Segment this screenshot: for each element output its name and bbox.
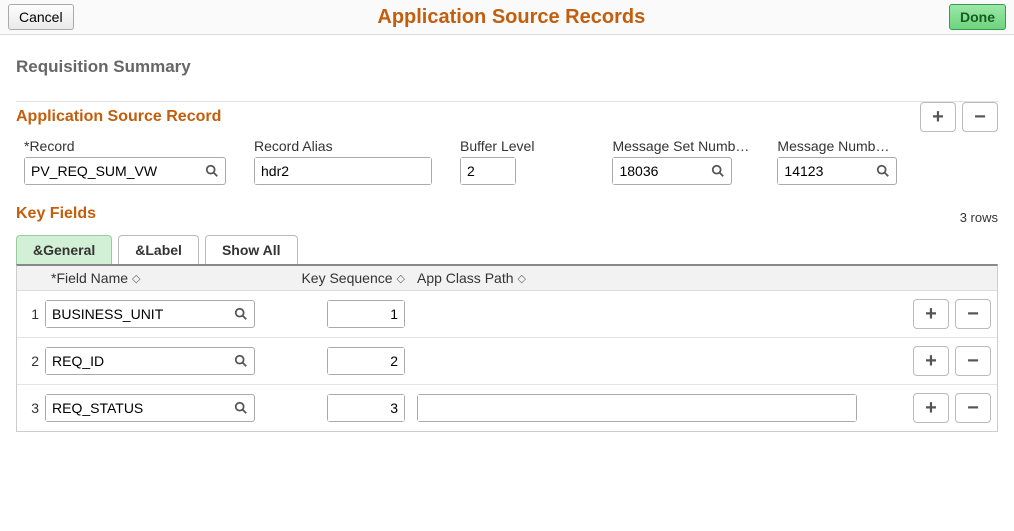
col-key-sequence-label: Key Sequence [301,270,392,286]
buffer-level-label: Buffer Level [460,138,534,154]
remove-row-button[interactable]: − [955,393,991,423]
key-fields-header: Key Fields 3 rows [16,205,998,231]
table-header: *Field Name ◇ Key Sequence ◇ App Class P… [17,266,997,291]
section-title: Application Source Record [16,108,920,126]
minus-icon: − [967,350,979,373]
search-icon [234,354,248,368]
source-record-form: *Record Record Alias Buffer Level Messa [16,138,998,185]
key-sequence-input[interactable] [328,348,404,374]
field-lookup-icon[interactable] [228,401,254,415]
tab-general[interactable]: &General [16,235,112,264]
row-number: 2 [23,353,45,369]
field-name-input[interactable] [46,395,228,421]
key-fields-title: Key Fields [16,205,960,223]
col-key-sequence[interactable]: Key Sequence ◇ [255,270,405,286]
field-name-input[interactable] [46,348,228,374]
field-lookup-icon[interactable] [228,307,254,321]
page-subtitle: Requisition Summary [16,57,998,77]
message-set-number-label: Message Set Numb… [612,138,749,154]
row-count: 3 rows [960,210,998,225]
message-number-input[interactable] [778,158,870,184]
search-icon [876,164,890,178]
message-set-number-input[interactable] [613,158,705,184]
key-sequence-input[interactable] [328,301,404,327]
record-label: *Record [24,138,226,154]
col-field-name[interactable]: *Field Name ◇ [51,270,255,286]
record-input[interactable] [25,158,199,184]
search-icon [234,401,248,415]
table-row: 2 + − [17,338,997,385]
key-sequence-input[interactable] [328,395,404,421]
message-number-lookup-icon[interactable] [870,164,896,178]
cancel-button[interactable]: Cancel [8,4,74,30]
table-row: 3 + − [17,385,997,431]
done-button[interactable]: Done [949,4,1006,30]
field-name-input[interactable] [46,301,228,327]
sort-icon: ◇ [132,272,140,285]
header-bar: Cancel Application Source Records Done [0,0,1014,35]
key-fields-table: *Field Name ◇ Key Sequence ◇ App Class P… [16,264,998,432]
remove-row-button[interactable]: − [955,346,991,376]
row-number: 1 [23,306,45,322]
key-fields-tabs: &General &Label Show All [16,235,998,264]
record-alias-label: Record Alias [254,138,432,154]
tab-show-all[interactable]: Show All [205,235,298,264]
plus-icon: + [932,106,944,129]
add-row-button[interactable]: + [913,393,949,423]
minus-icon: − [967,303,979,326]
col-app-class-path[interactable]: App Class Path ◇ [405,270,526,286]
plus-icon: + [925,303,937,326]
sort-icon: ◇ [397,272,405,285]
search-icon [205,164,219,178]
minus-icon: − [967,397,979,420]
page-title: Application Source Records [74,6,949,29]
record-alias-input[interactable] [255,158,431,184]
sort-icon: ◇ [518,272,526,285]
add-row-button[interactable]: + [913,346,949,376]
minus-icon: − [974,106,986,129]
search-icon [711,164,725,178]
col-app-class-path-label: App Class Path [417,270,514,286]
section-header-source-record: Application Source Record + − [16,102,998,132]
add-row-button[interactable]: + [913,299,949,329]
plus-icon: + [925,350,937,373]
remove-row-button[interactable]: − [955,299,991,329]
add-source-record-button[interactable]: + [920,102,956,132]
message-set-lookup-icon[interactable] [705,164,731,178]
app-class-path-input[interactable] [418,395,856,421]
buffer-level-input[interactable] [461,158,515,184]
field-lookup-icon[interactable] [228,354,254,368]
remove-source-record-button[interactable]: − [962,102,998,132]
row-number: 3 [23,400,45,416]
col-field-name-label: *Field Name [51,270,128,286]
table-row: 1 + − [17,291,997,338]
tab-label[interactable]: &Label [118,235,199,264]
plus-icon: + [925,397,937,420]
record-lookup-icon[interactable] [199,164,225,178]
search-icon [234,307,248,321]
message-number-label: Message Numb… [777,138,897,154]
